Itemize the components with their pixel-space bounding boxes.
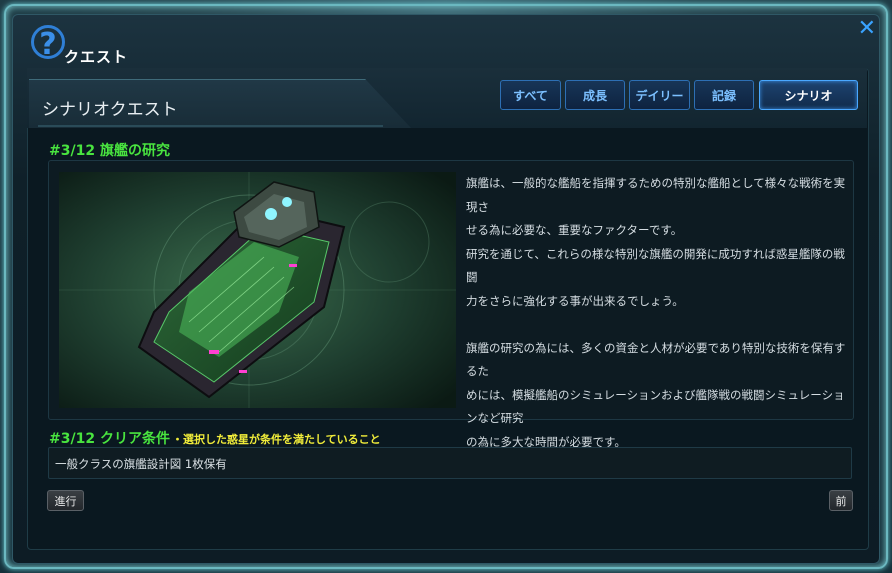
- flagship-image: [59, 172, 456, 408]
- description-line: 旗艦の研究の為には、多くの資金と人材が必要であり特別な技術を保有するた: [466, 340, 846, 379]
- clear-condition-note: ・選択した惑星が条件を満たしていること: [172, 433, 381, 446]
- description-line: 旗艦は、一般的な艦船を指揮するための特別な艦船として様々な戦術を実現さ: [466, 176, 846, 214]
- quest-heading: #3/12 旗艦の研究: [49, 143, 170, 159]
- quest-description: 旗艦は、一般的な艦船を指揮するための特別な艦船として様々な戦術を実現さ せる為に…: [466, 172, 846, 454]
- description-line: 力をさらに強化する事が出来るでしょう。: [466, 293, 684, 308]
- tab-record[interactable]: 記録: [694, 80, 754, 110]
- tab-growth[interactable]: 成長: [565, 80, 625, 110]
- condition-text: 一般クラスの旗艦設計図 1枚保有: [55, 457, 227, 471]
- clear-condition-heading: #3/12 クリア条件: [49, 431, 170, 447]
- description-line: 研究を通じて、これらの様な特別な旗艦の開発に成功すれば惑星艦隊の戦闘: [466, 246, 845, 285]
- progress-button[interactable]: 進行: [47, 490, 84, 511]
- help-icon[interactable]: ?: [31, 25, 65, 62]
- description-line: めには、模擬艦船のシミュレーションおよび艦隊戦の戦闘シミュレーションなど研究: [466, 387, 845, 426]
- flagship-illustration: [59, 172, 456, 408]
- divider: [38, 125, 383, 127]
- section-title: シナリオクエスト: [42, 100, 178, 120]
- tab-scenario[interactable]: シナリオ: [759, 80, 858, 110]
- close-icon[interactable]: ✕: [858, 18, 876, 40]
- tab-all[interactable]: すべて: [500, 80, 561, 110]
- description-gap: [466, 313, 846, 337]
- description-line: せる為に必要な、重要なファクターです。: [466, 223, 683, 237]
- window-title: クエスト: [64, 48, 129, 66]
- prev-button[interactable]: 前: [829, 490, 853, 511]
- tab-daily[interactable]: デイリー: [629, 80, 690, 110]
